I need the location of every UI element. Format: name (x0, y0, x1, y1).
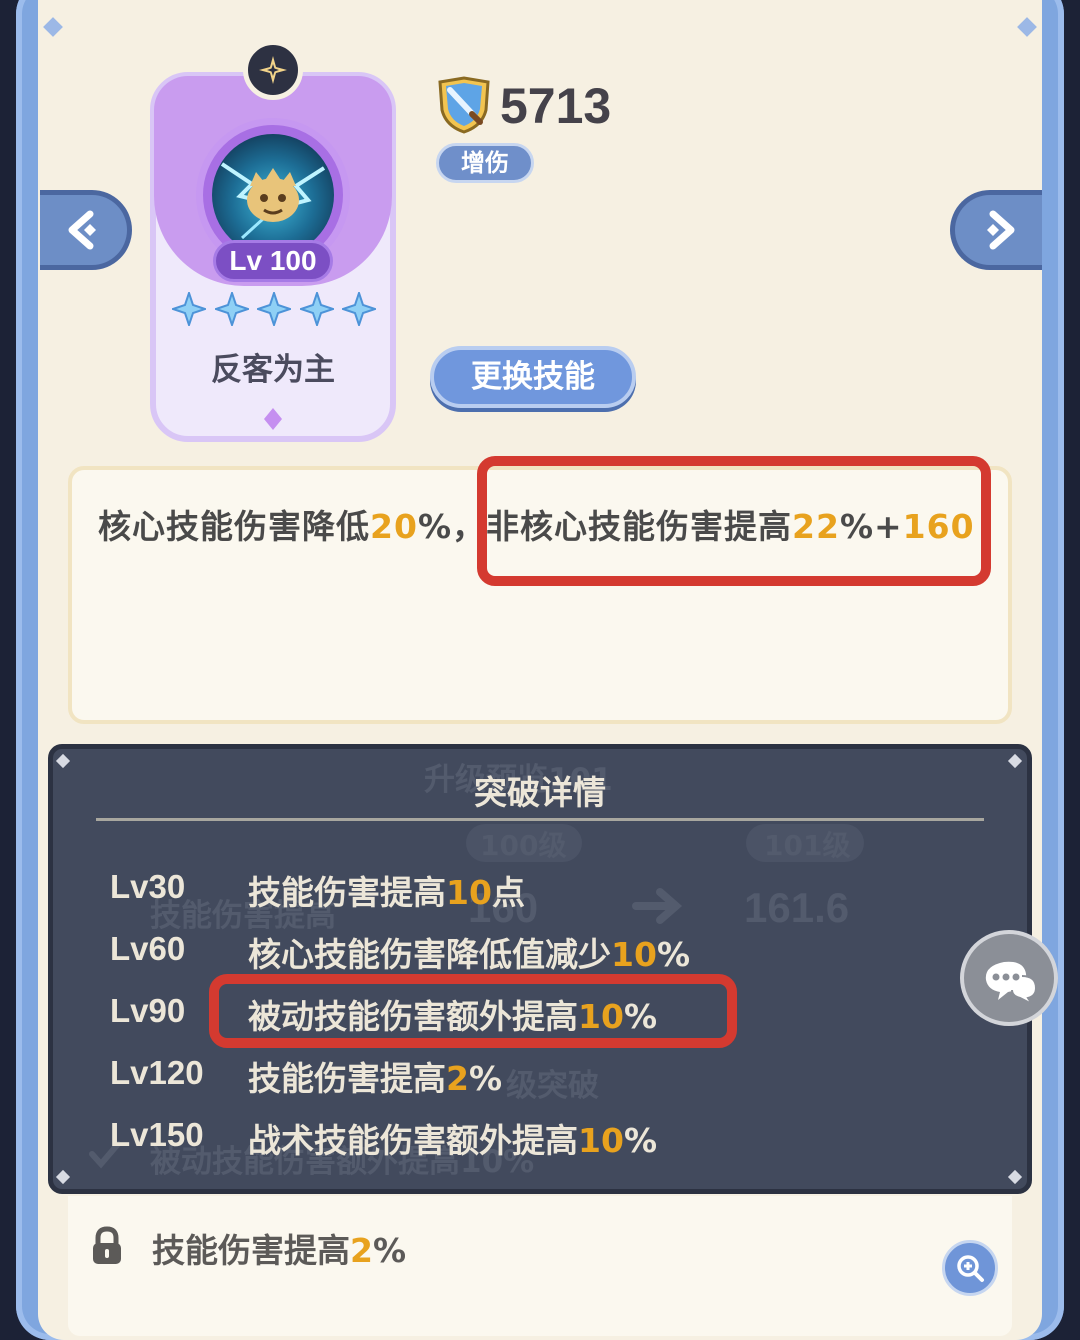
star-icon (342, 292, 376, 326)
description-text: %， (417, 507, 487, 546)
skill-level-badge: Lv 100 (213, 240, 333, 282)
breakthrough-level: Lv150 (110, 1116, 204, 1153)
chat-bubbles-icon (985, 961, 1038, 1004)
sparkle-icon (259, 56, 287, 84)
ghost-next-level: 101级 (764, 829, 851, 862)
skill-tag-badge: 增伤 (436, 143, 534, 183)
breakthrough-level: Lv30 (110, 868, 186, 905)
zoom-button[interactable] (942, 1240, 998, 1296)
power-value: 5713 (500, 78, 612, 134)
diamond-icon (264, 408, 282, 430)
chevron-left-icon (68, 210, 96, 250)
skill-creature-lightning-icon (212, 134, 334, 256)
breakthrough-effect: 战术技能伤害额外提高10% (248, 1121, 658, 1160)
breakthrough-effect: 技能伤害提高2% (248, 1059, 503, 1098)
breakthrough-effect: 技能伤害提高10点 (248, 873, 525, 912)
breakthrough-effect: 核心技能伤害降低值减少10% (248, 935, 691, 974)
breakthrough-level: Lv60 (110, 930, 186, 967)
shield-sword-icon (438, 76, 490, 134)
skill-name: 反客为主 (211, 352, 335, 388)
arrow-right-icon (632, 888, 683, 924)
breakthrough-level: Lv90 (110, 992, 186, 1029)
title-divider (96, 818, 984, 821)
chevron-right-icon (986, 210, 1014, 250)
breakthrough-level: Lv120 (110, 1054, 204, 1091)
chat-button[interactable] (960, 930, 1058, 1026)
next-skill-button[interactable] (950, 190, 1042, 270)
description-text: 核心技能伤害降低 (98, 507, 370, 546)
zoom-in-icon (957, 1255, 984, 1282)
description-value: 20 (370, 507, 418, 546)
skill-type-badge (243, 40, 303, 100)
ghost-next-value: 161.6 (744, 884, 850, 931)
ghost-break-label: 级突破 (506, 1068, 599, 1104)
star-icon (172, 292, 206, 326)
change-skill-button[interactable]: 更换技能 (430, 346, 636, 408)
star-icon (257, 292, 291, 326)
ghost-current-level: 100级 (480, 829, 567, 862)
annotation-highlight-box (209, 974, 737, 1048)
previous-skill-button[interactable] (40, 190, 132, 270)
upgrade-effect-text: 技能伤害提高2% (152, 1231, 407, 1270)
star-icon (299, 292, 334, 326)
star-rating (172, 292, 376, 332)
star-icon (214, 292, 249, 326)
breakthrough-title: 突破详情 (474, 773, 606, 812)
annotation-highlight-box (477, 456, 991, 586)
lock-icon (93, 1226, 121, 1264)
